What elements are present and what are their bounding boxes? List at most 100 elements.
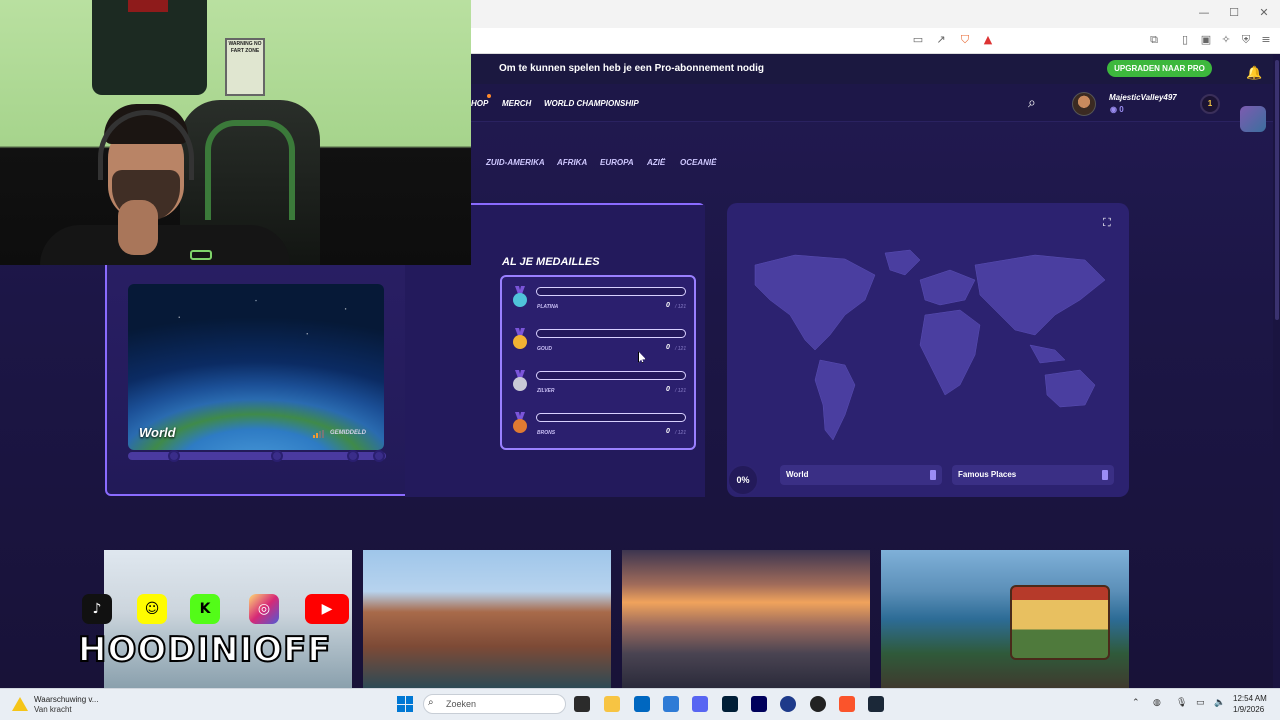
wall-sign-text: WARNING NO FART ZONE xyxy=(228,41,262,54)
medal-total: / 121 xyxy=(675,388,687,394)
medal-count: 0 xyxy=(666,428,670,435)
minimize-button[interactable]: — xyxy=(1194,6,1214,19)
share-icon[interactable]: ↗ xyxy=(934,33,948,47)
avatar[interactable] xyxy=(1072,92,1096,116)
medal-count: 0 xyxy=(666,302,670,309)
bronze-progress-bar xyxy=(536,413,686,422)
medal-total: / 121 xyxy=(675,304,687,310)
medal-count: 0 xyxy=(666,386,670,393)
silver-medal-icon xyxy=(511,370,529,392)
shirt-logo xyxy=(190,250,212,260)
tab-azie[interactable]: AZIË xyxy=(647,158,665,167)
greenland-shape[interactable] xyxy=(884,249,921,276)
tab-afrika[interactable]: AFRIKA xyxy=(557,158,587,167)
weather-warning-title[interactable]: Waarschuwing v... xyxy=(34,695,98,704)
map-tag-world[interactable]: World xyxy=(780,465,942,485)
bell-icon[interactable]: 🔔 xyxy=(1246,66,1262,81)
edge-icon[interactable] xyxy=(663,696,679,712)
maximize-button[interactable]: ☐ xyxy=(1224,6,1244,19)
promo-text: Om te kunnen spelen heb je een Pro-abonn… xyxy=(499,63,765,74)
cast-icon[interactable]: ▭ xyxy=(911,33,925,47)
app-icon[interactable] xyxy=(780,696,796,712)
nav-world-championship[interactable]: WORLD CHAMPIONSHIP xyxy=(544,99,639,108)
streamer-hand xyxy=(118,200,158,255)
tab-zuid-amerika[interactable]: ZUID-AMERIKA xyxy=(486,158,545,167)
network-icon[interactable]: ◍ xyxy=(1153,698,1161,708)
premiere-icon[interactable] xyxy=(751,696,767,712)
medal-label: GOUD xyxy=(537,346,552,352)
search-icon: ⌕ xyxy=(428,697,434,708)
taskbar-search-placeholder: Zoeken xyxy=(446,699,477,709)
discord-icon[interactable] xyxy=(692,696,708,712)
notification-dot xyxy=(487,94,491,98)
speaker-icon[interactable]: 🔈 xyxy=(1214,698,1225,708)
gold-medal-icon xyxy=(511,328,529,350)
level-badge[interactable]: 1 xyxy=(1200,94,1220,114)
shirt xyxy=(40,225,290,265)
brave-shield-icon[interactable]: ⛉ xyxy=(958,33,972,47)
medal-count: 0 xyxy=(666,344,670,351)
vpn-icon[interactable]: ⛨ xyxy=(1239,33,1253,47)
tab-europa[interactable]: EUROPA xyxy=(600,158,634,167)
map-progress: 0% xyxy=(727,464,759,496)
map-thumbnail[interactable] xyxy=(363,550,611,688)
steam-icon[interactable] xyxy=(868,696,884,712)
store-icon[interactable] xyxy=(634,696,650,712)
chair-stripe xyxy=(205,120,295,220)
indonesia-shape[interactable] xyxy=(1029,344,1066,364)
close-window-button[interactable]: ✕ xyxy=(1254,6,1274,19)
clock-time[interactable]: 12:54 AM xyxy=(1233,694,1267,703)
africa-shape[interactable] xyxy=(919,309,981,396)
nav-merch[interactable]: MERCH xyxy=(502,99,531,108)
medal-label: BRONS xyxy=(537,430,556,436)
south-america-shape[interactable] xyxy=(814,359,856,441)
map-thumbnail[interactable] xyxy=(622,550,870,688)
map-tag-label: World xyxy=(786,470,809,479)
start-button[interactable] xyxy=(397,696,413,712)
coin-value: 0 xyxy=(1119,105,1124,114)
kick-icon: K xyxy=(190,594,220,624)
flag-icon xyxy=(930,470,936,480)
brave-rewards-icon[interactable]: ▲ xyxy=(981,33,995,47)
brave-icon[interactable] xyxy=(839,696,855,712)
upgrade-pro-button[interactable]: UPGRADEN NAAR PRO xyxy=(1107,60,1212,77)
flag-icon xyxy=(1102,470,1108,480)
map-tag-label: Famous Places xyxy=(958,470,1017,479)
tab-oceanie[interactable]: OCEANIË xyxy=(680,158,716,167)
clock-date[interactable]: 1/9/2026 xyxy=(1233,705,1264,714)
tram-image xyxy=(1010,585,1110,660)
microphone-icon[interactable]: 🎙 xyxy=(1176,698,1187,708)
world-map[interactable] xyxy=(735,225,1120,480)
taskbar-search[interactable] xyxy=(423,694,566,714)
weather-warning-sub: Van kracht xyxy=(34,705,72,714)
leo-icon[interactable]: ✧ xyxy=(1219,33,1233,47)
streamer-brand: HOODINIOFF xyxy=(77,629,332,671)
difficulty-label: GEMIDDELD xyxy=(330,430,366,436)
youtube-icon: ▶ xyxy=(305,594,349,624)
chevron-up-icon[interactable]: ⌃ xyxy=(1132,698,1140,708)
display-icon[interactable]: ▭ xyxy=(1196,698,1205,708)
coin-count: ◉ 0 xyxy=(1110,105,1124,114)
task-view-icon[interactable] xyxy=(574,696,590,712)
menu-icon[interactable]: ≡ xyxy=(1259,33,1273,47)
europe-shape[interactable] xyxy=(919,269,976,306)
nav-shop[interactable]: HOP xyxy=(471,99,488,108)
track-node xyxy=(347,450,359,462)
obs-icon[interactable] xyxy=(810,696,826,712)
sidebar-icon[interactable]: ▯ xyxy=(1178,33,1192,47)
expand-icon[interactable]: ⛶ xyxy=(1103,216,1111,230)
photoshop-icon[interactable] xyxy=(722,696,738,712)
search-icon[interactable]: ⌕ xyxy=(1028,95,1036,111)
asia-shape[interactable] xyxy=(974,254,1106,336)
wallet-icon[interactable]: ▣ xyxy=(1199,33,1213,47)
friend-avatar[interactable] xyxy=(1240,106,1266,132)
australia-shape[interactable] xyxy=(1044,369,1096,408)
silver-progress-bar xyxy=(536,371,686,380)
map-tag-famous-places[interactable]: Famous Places xyxy=(952,465,1114,485)
file-explorer-icon[interactable] xyxy=(604,696,620,712)
extensions-icon[interactable]: ⧉ xyxy=(1147,33,1161,47)
track-node xyxy=(271,450,283,462)
scroll-thumb[interactable] xyxy=(1275,60,1279,320)
north-america-shape[interactable] xyxy=(754,254,876,351)
username[interactable]: MajesticValley497 xyxy=(1109,93,1177,102)
